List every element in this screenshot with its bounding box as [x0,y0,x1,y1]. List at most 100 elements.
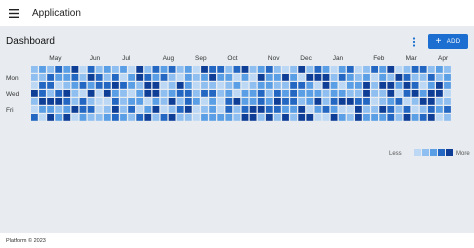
heatmap-cell[interactable] [152,98,160,105]
heatmap-cell[interactable] [241,66,249,73]
heatmap-cell[interactable] [136,82,144,89]
heatmap-cell[interactable] [160,82,168,89]
heatmap-cell[interactable] [298,66,306,73]
heatmap-cell[interactable] [379,114,387,121]
heatmap-cell[interactable] [371,114,378,121]
heatmap-cell[interactable] [411,98,419,105]
heatmap-cell[interactable] [355,98,362,105]
heatmap-cell[interactable] [184,90,192,97]
heatmap-cell[interactable] [338,90,346,97]
heatmap-cell[interactable] [87,66,95,73]
heatmap-cell[interactable] [87,74,95,81]
heatmap-cell[interactable] [411,82,419,89]
heatmap-cell[interactable] [47,114,54,121]
heatmap-cell[interactable] [87,90,95,97]
heatmap-cell[interactable] [136,114,144,121]
heatmap-cell[interactable] [444,74,451,81]
heatmap-cell[interactable] [355,90,362,97]
heatmap-cell[interactable] [419,98,427,105]
heatmap-cell[interactable] [136,66,144,73]
heatmap-cell[interactable] [379,66,387,73]
heatmap-cell[interactable] [411,90,419,97]
heatmap-cell[interactable] [209,106,216,113]
heatmap-cell[interactable] [298,74,306,81]
heatmap-cell[interactable] [120,82,127,89]
heatmap-cell[interactable] [330,106,338,113]
heatmap-cell[interactable] [338,82,346,89]
heatmap-cell[interactable] [168,90,176,97]
heatmap-cell[interactable] [47,82,54,89]
heatmap-cell[interactable] [144,82,152,89]
heatmap-cell[interactable] [444,66,451,73]
heatmap-cell[interactable] [39,82,46,89]
heatmap-cell[interactable] [257,66,265,73]
heatmap-cell[interactable] [444,90,451,97]
heatmap-cell[interactable] [103,66,111,73]
heatmap-cell[interactable] [419,90,427,97]
heatmap-cell[interactable] [371,106,378,113]
heatmap-cell[interactable] [193,82,200,89]
heatmap-cell[interactable] [403,90,411,97]
heatmap-cell[interactable] [47,74,54,81]
heatmap-cell[interactable] [298,90,306,97]
heatmap-cell[interactable] [184,106,192,113]
heatmap-cell[interactable] [444,98,451,105]
heatmap-cell[interactable] [387,106,395,113]
heatmap-cell[interactable] [387,114,395,121]
heatmap-cell[interactable] [363,98,370,105]
heatmap-cell[interactable] [436,90,443,97]
heatmap-cell[interactable] [128,106,135,113]
heatmap-cell[interactable] [298,98,306,105]
heatmap-cell[interactable] [257,90,265,97]
heatmap-cell[interactable] [39,74,46,81]
heatmap-cell[interactable] [436,98,443,105]
heatmap-cell[interactable] [379,74,387,81]
heatmap-cell[interactable] [436,106,443,113]
heatmap-cell[interactable] [201,106,208,113]
heatmap-cell[interactable] [103,106,111,113]
heatmap-cell[interactable] [395,74,403,81]
heatmap-cell[interactable] [225,66,233,73]
heatmap-cell[interactable] [290,106,297,113]
heatmap-cell[interactable] [322,66,330,73]
heatmap-cell[interactable] [427,74,435,81]
heatmap-cell[interactable] [338,66,346,73]
heatmap-cell[interactable] [241,74,249,81]
heatmap-cell[interactable] [47,90,54,97]
heatmap-cell[interactable] [225,114,233,121]
heatmap-cell[interactable] [217,66,225,73]
heatmap-cell[interactable] [282,74,289,81]
heatmap-cell[interactable] [55,66,63,73]
heatmap-cell[interactable] [322,74,330,81]
heatmap-cell[interactable] [411,66,419,73]
heatmap-cell[interactable] [427,106,435,113]
heatmap-cell[interactable] [241,106,249,113]
heatmap-cell[interactable] [355,74,362,81]
heatmap-cell[interactable] [209,74,216,81]
heatmap-cell[interactable] [39,114,46,121]
heatmap-cell[interactable] [363,106,370,113]
heatmap-cell[interactable] [330,74,338,81]
heatmap-cell[interactable] [184,82,192,89]
heatmap-cell[interactable] [184,66,192,73]
heatmap-cell[interactable] [79,66,87,73]
heatmap-cell[interactable] [346,74,354,81]
heatmap-cell[interactable] [95,74,103,81]
heatmap-cell[interactable] [31,90,38,97]
heatmap-cell[interactable] [128,82,135,89]
heatmap-cell[interactable] [298,82,306,89]
heatmap-cell[interactable] [152,114,160,121]
heatmap-cell[interactable] [176,98,184,105]
heatmap-cell[interactable] [47,66,54,73]
heatmap-cell[interactable] [95,82,103,89]
heatmap-cell[interactable] [444,106,451,113]
heatmap-cell[interactable] [168,66,176,73]
heatmap-cell[interactable] [168,74,176,81]
heatmap-cell[interactable] [160,74,168,81]
heatmap-cell[interactable] [395,82,403,89]
heatmap-cell[interactable] [144,66,152,73]
heatmap-cell[interactable] [217,82,225,89]
heatmap-cell[interactable] [371,98,378,105]
heatmap-cell[interactable] [47,98,54,105]
heatmap-cell[interactable] [193,74,200,81]
